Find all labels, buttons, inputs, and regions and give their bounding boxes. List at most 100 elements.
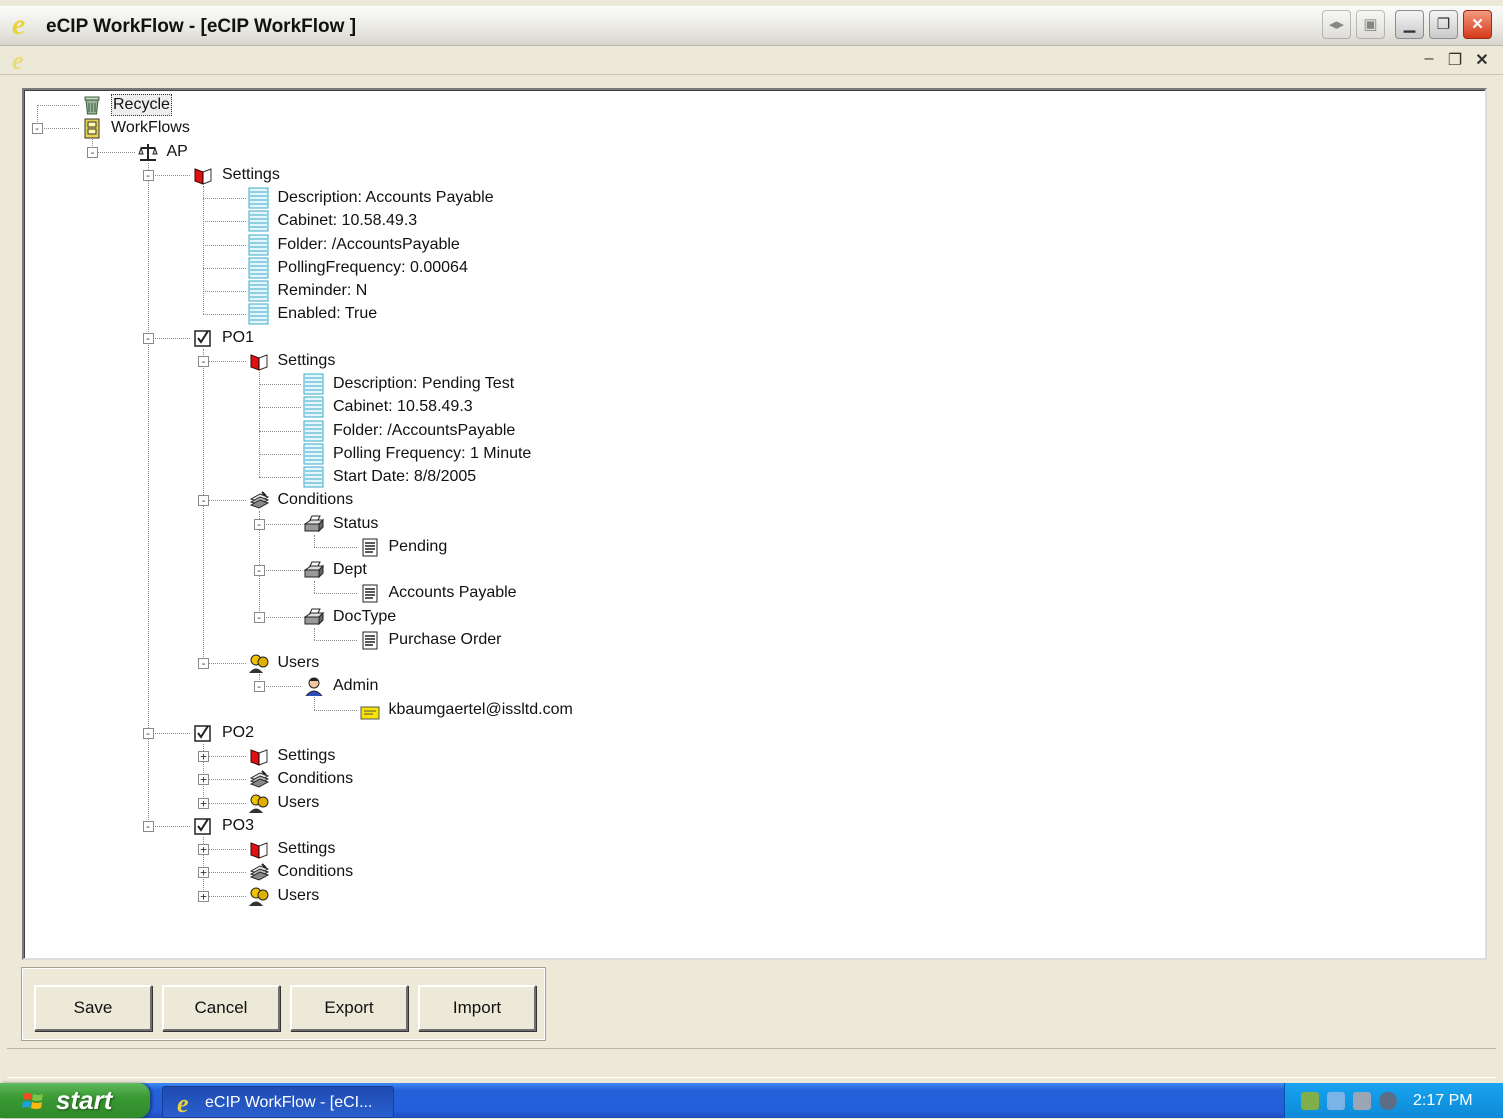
collapse-icon[interactable]: - bbox=[198, 658, 209, 669]
property-icon bbox=[248, 280, 270, 302]
tree-node-label: PO2 bbox=[222, 723, 255, 741]
expand-icon[interactable]: + bbox=[198, 890, 209, 902]
tree-node-ap[interactable]: - AP bbox=[24, 141, 1485, 163]
tree-node-po3[interactable]: - PO3 bbox=[24, 815, 1485, 837]
tree-node-po3-conditions[interactable]: + Conditions bbox=[24, 861, 1485, 883]
expand-icon[interactable]: + bbox=[198, 797, 209, 809]
collapse-icon[interactable]: - bbox=[198, 355, 209, 367]
start-button[interactable]: start bbox=[0, 1083, 150, 1118]
minimize-button[interactable]: ▁ bbox=[1395, 10, 1424, 39]
workflow-tree-panel[interactable]: Recycle - WorkFlows - AP - Settings Description… bbox=[22, 88, 1487, 960]
tree-node-po1-email[interactable]: kbaumgaertel@issltd.com bbox=[24, 699, 1485, 721]
export-button[interactable]: Export bbox=[290, 985, 408, 1031]
mdi-minimize-button[interactable]: – bbox=[1418, 50, 1440, 68]
volume-icon[interactable] bbox=[1353, 1092, 1371, 1110]
checkbox-task-icon bbox=[192, 815, 214, 837]
tree-node-ap-desc[interactable]: Description: Accounts Payable bbox=[24, 187, 1485, 209]
tree-node-po1-settings[interactable]: - Settings bbox=[24, 350, 1485, 372]
collapse-icon[interactable]: - bbox=[253, 681, 265, 693]
tree-node-label: Enabled: True bbox=[277, 305, 378, 323]
expand-icon[interactable]: + bbox=[198, 751, 209, 762]
tree-node-label: Conditions bbox=[277, 491, 354, 509]
collapse-icon[interactable]: - bbox=[87, 146, 98, 158]
tree-node-label: kbaumgaertel@issltd.com bbox=[388, 700, 573, 718]
display-icon[interactable] bbox=[1327, 1092, 1345, 1110]
tree-node-po1-po-value[interactable]: Purchase Order bbox=[24, 629, 1485, 651]
taskbar: start e eCIP WorkFlow - [eCI... 2:17 PM bbox=[0, 1083, 1503, 1118]
tree-node-po1-dept[interactable]: - Dept bbox=[24, 559, 1485, 581]
tree-node-recycle[interactable]: Recycle bbox=[24, 94, 1485, 116]
tree-node-label: Folder: /AccountsPayable bbox=[333, 421, 516, 439]
tree-node-ap-reminder[interactable]: Reminder: N bbox=[24, 280, 1485, 302]
tree-node-po3-settings[interactable]: + Settings bbox=[24, 838, 1485, 860]
start-label: start bbox=[56, 1085, 113, 1115]
recycle-bin-icon bbox=[81, 94, 103, 116]
tree-node-po2-conditions[interactable]: + Conditions bbox=[24, 768, 1485, 790]
conditions-stack-icon bbox=[248, 489, 270, 511]
tree-node-po1-status[interactable]: - Status bbox=[24, 513, 1485, 535]
tree-node-po1-admin[interactable]: - Admin bbox=[24, 675, 1485, 697]
expand-icon[interactable]: + bbox=[198, 774, 209, 786]
users-group-icon bbox=[248, 652, 270, 674]
tree-node-po1-cabinet[interactable]: Cabinet: 10.58.49.3 bbox=[24, 396, 1485, 418]
taskbar-item-ecip[interactable]: e eCIP WorkFlow - [eCI... bbox=[162, 1086, 394, 1118]
tree-node-po2-users[interactable]: + Users bbox=[24, 792, 1485, 814]
collapse-icon[interactable]: - bbox=[142, 169, 154, 181]
expand-icon[interactable]: + bbox=[198, 844, 209, 855]
tree-node-po1-pending[interactable]: Pending bbox=[24, 536, 1485, 558]
restore-back-icon: ◂▸ bbox=[1328, 16, 1345, 33]
property-icon bbox=[248, 257, 270, 279]
collapse-icon[interactable]: - bbox=[253, 611, 265, 623]
tree-node-po1-conditions[interactable]: - Conditions bbox=[24, 489, 1485, 511]
workflow-tree[interactable]: Recycle - WorkFlows - AP - Settings Description… bbox=[24, 90, 1485, 958]
app-logo-icon: e bbox=[177, 1089, 189, 1118]
maximize-button[interactable]: ❐ bbox=[1429, 10, 1458, 39]
tree-node-po1-users[interactable]: - Users bbox=[24, 652, 1485, 674]
property-icon bbox=[248, 210, 270, 232]
collapse-icon[interactable]: - bbox=[253, 565, 265, 576]
collapse-icon[interactable]: - bbox=[142, 820, 154, 832]
maximize-icon: ❐ bbox=[1436, 16, 1451, 33]
cancel-button[interactable]: Cancel bbox=[162, 985, 280, 1031]
tree-node-po1-ap-value[interactable]: Accounts Payable bbox=[24, 582, 1485, 604]
printer-icon bbox=[303, 513, 325, 535]
close-button[interactable]: ✕ bbox=[1463, 10, 1492, 39]
expand-icon[interactable]: + bbox=[198, 867, 209, 879]
tree-node-ap-polling[interactable]: PollingFrequency: 0.00064 bbox=[24, 257, 1485, 279]
tree-node-po1-start[interactable]: Start Date: 8/8/2005 bbox=[24, 466, 1485, 488]
tree-node-po1-doctype[interactable]: - DocType bbox=[24, 606, 1485, 628]
tree-node-label: Accounts Payable bbox=[388, 584, 517, 602]
shield-icon[interactable] bbox=[1379, 1092, 1397, 1110]
tree-node-po3-users[interactable]: + Users bbox=[24, 885, 1485, 907]
restore-back-button[interactable]: ◂▸ bbox=[1322, 10, 1351, 39]
save-button[interactable]: Save bbox=[34, 985, 152, 1031]
tree-node-po2[interactable]: - PO2 bbox=[24, 722, 1485, 744]
network-icon[interactable] bbox=[1301, 1092, 1319, 1110]
tree-node-workflows[interactable]: - WorkFlows bbox=[24, 117, 1485, 139]
tree-node-po1-desc[interactable]: Description: Pending Test bbox=[24, 373, 1485, 395]
tree-node-label: Users bbox=[277, 793, 320, 811]
mdi-restore-button[interactable]: ❐ bbox=[1444, 50, 1466, 70]
tree-node-ap-enabled[interactable]: Enabled: True bbox=[24, 303, 1485, 325]
collapse-icon[interactable]: - bbox=[198, 495, 209, 507]
tree-node-po2-settings[interactable]: + Settings bbox=[24, 745, 1485, 767]
collapse-icon[interactable]: - bbox=[142, 332, 154, 344]
tree-node-label: Conditions bbox=[277, 863, 354, 881]
tile-button[interactable]: ▣ bbox=[1356, 10, 1385, 39]
tree-node-ap-folder[interactable]: Folder: /AccountsPayable bbox=[24, 234, 1485, 256]
collapse-icon[interactable]: - bbox=[142, 727, 154, 739]
import-button[interactable]: Import bbox=[418, 985, 536, 1031]
tree-node-ap-cabinet[interactable]: Cabinet: 10.58.49.3 bbox=[24, 210, 1485, 232]
tree-node-po1-folder[interactable]: Folder: /AccountsPayable bbox=[24, 420, 1485, 442]
tree-node-label: Settings bbox=[277, 351, 336, 369]
tree-node-po1[interactable]: - PO1 bbox=[24, 327, 1485, 349]
collapse-icon[interactable]: - bbox=[253, 518, 265, 530]
tree-node-po1-polling[interactable]: Polling Frequency: 1 Minute bbox=[24, 443, 1485, 465]
collapse-icon[interactable]: - bbox=[31, 123, 43, 135]
tree-node-label: Description: Pending Test bbox=[333, 375, 515, 392]
property-icon bbox=[303, 466, 325, 488]
tree-node-label: Folder: /AccountsPayable bbox=[277, 235, 460, 253]
minimize-icon: ▁ bbox=[1403, 16, 1416, 33]
mdi-close-button[interactable]: ✕ bbox=[1471, 50, 1493, 70]
tree-node-ap-settings[interactable]: - Settings bbox=[24, 164, 1485, 186]
